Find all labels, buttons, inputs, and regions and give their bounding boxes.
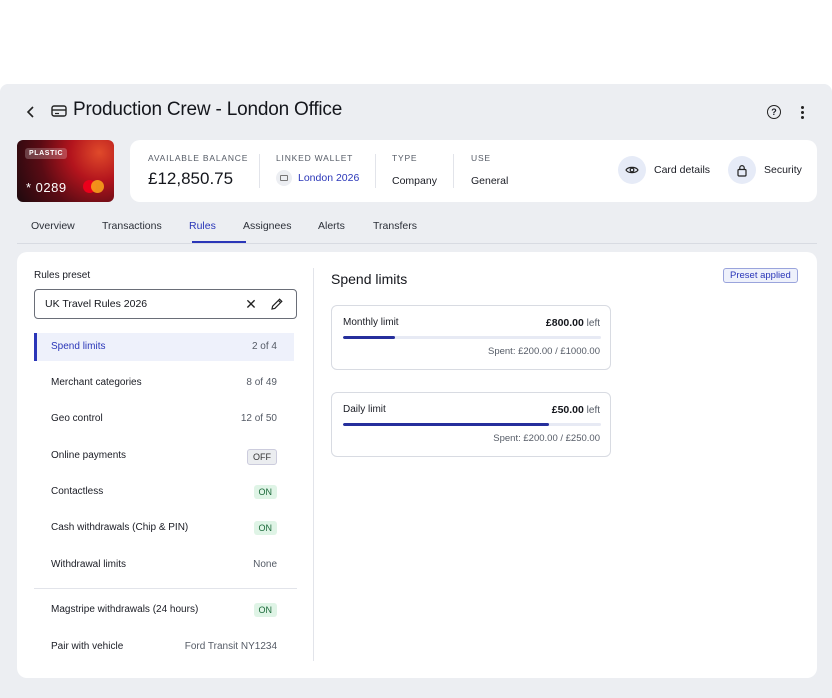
daily-limit-card[interactable]: Daily limit £50.00 left Spent: £200.00 /… xyxy=(331,392,611,457)
rule-name: Online payments xyxy=(51,450,127,461)
preset-label: Rules preset xyxy=(34,270,91,281)
rule-merchant-categories[interactable]: Merchant categories 8 of 49 xyxy=(34,369,294,397)
limit-progress-fill xyxy=(343,423,550,426)
rule-value: 8 of 49 xyxy=(246,377,277,388)
limit-label: Monthly limit xyxy=(343,317,399,328)
divider xyxy=(453,154,454,188)
limit-amount: £800.00 xyxy=(545,317,584,329)
type-group: TYPE Company xyxy=(392,153,437,187)
close-icon[interactable]: ✕ xyxy=(243,296,259,312)
rule-magstripe-withdrawals[interactable]: Magstripe withdrawals (24 hours) ON xyxy=(34,596,294,624)
limit-remaining: £50.00 left xyxy=(552,404,600,416)
tab-assignees[interactable]: Assignees xyxy=(243,220,291,232)
tab-transfers[interactable]: Transfers xyxy=(373,220,417,232)
rule-pair-with-vehicle[interactable]: Pair with vehicle Ford Transit NY1234 xyxy=(34,633,294,661)
mastercard-logo-icon xyxy=(83,180,105,194)
balance-group: AVAILABLE BALANCE £12,850.75 xyxy=(148,153,248,189)
rule-name: Geo control xyxy=(51,413,103,424)
type-label: TYPE xyxy=(392,153,418,163)
card-type-badge: PLASTIC xyxy=(25,148,68,159)
rule-value: None xyxy=(253,559,277,570)
security-label: Security xyxy=(764,164,802,176)
chevron-left-icon[interactable] xyxy=(22,103,40,121)
limit-progress-bar xyxy=(343,423,601,426)
preset-select[interactable]: UK Travel Rules 2026 ✕ xyxy=(34,289,297,319)
status-badge: ON xyxy=(253,485,277,499)
lock-icon xyxy=(728,156,756,184)
card-details-label: Card details xyxy=(654,164,711,176)
use-value: General xyxy=(471,175,509,187)
tab-alerts[interactable]: Alerts xyxy=(318,220,345,232)
limit-spent: Spent: £200.00 / £1000.00 xyxy=(488,346,600,357)
limit-progress-bar xyxy=(343,336,601,339)
limit-progress-fill xyxy=(343,336,395,339)
wallet-link[interactable]: London 2026 xyxy=(298,172,359,184)
tab-overview[interactable]: Overview xyxy=(31,220,75,232)
divider xyxy=(375,154,376,188)
divider xyxy=(259,154,260,188)
rule-spend-limits[interactable]: Spend limits 2 of 4 xyxy=(34,333,294,361)
rule-geo-control[interactable]: Geo control 12 of 50 xyxy=(34,405,294,433)
wallet-icon xyxy=(276,170,292,186)
rule-name: Cash withdrawals (Chip & PIN) xyxy=(51,522,189,533)
limit-label: Daily limit xyxy=(343,404,386,415)
rule-value: 12 of 50 xyxy=(240,413,277,424)
rule-name: Merchant categories xyxy=(51,377,142,388)
rule-withdrawal-limits[interactable]: Withdrawal limits None xyxy=(34,551,294,579)
limit-suffix: left xyxy=(586,405,600,416)
tab-bar: Overview Transactions Rules Assignees Al… xyxy=(17,210,817,244)
pencil-icon[interactable] xyxy=(270,297,284,311)
limit-amount: £50.00 xyxy=(551,404,584,416)
panel-divider xyxy=(313,268,314,661)
limit-suffix: left xyxy=(586,318,600,329)
wallet-label: LINKED WALLET xyxy=(276,153,354,163)
card-icon xyxy=(51,104,67,118)
limit-spent: Spent: £200.00 / £250.00 xyxy=(493,433,600,444)
eye-icon xyxy=(618,156,646,184)
rule-online-payments[interactable]: Online payments OFF xyxy=(34,442,294,470)
card-details-button[interactable]: Card details xyxy=(618,156,710,184)
app-window: Production Crew - London Office ? PLASTI… xyxy=(0,84,832,698)
tab-transactions[interactable]: Transactions xyxy=(102,220,162,232)
use-group: USE General xyxy=(471,153,508,187)
help-circle-icon[interactable]: ? xyxy=(767,105,781,119)
divider xyxy=(34,588,297,589)
limit-remaining: £800.00 left xyxy=(546,317,600,329)
preset-applied-badge: Preset applied xyxy=(723,268,798,283)
rules-panel: Rules preset UK Travel Rules 2026 ✕ Spen… xyxy=(17,252,817,678)
use-label: USE xyxy=(471,153,491,163)
rule-contactless[interactable]: Contactless ON xyxy=(34,478,294,506)
page-header: Production Crew - London Office ? xyxy=(0,84,832,140)
spend-limits-title: Spend limits xyxy=(331,271,408,287)
status-badge: OFF xyxy=(247,449,277,465)
type-value: Company xyxy=(392,175,437,187)
page-title: Production Crew - London Office xyxy=(73,99,343,120)
card-number: * 0289 xyxy=(26,180,67,195)
balance-value: £12,850.75 xyxy=(148,169,234,188)
rule-value: Ford Transit NY1234 xyxy=(184,641,277,652)
status-badge: ON xyxy=(253,521,277,535)
rule-cash-withdrawals[interactable]: Cash withdrawals (Chip & PIN) ON xyxy=(34,514,294,542)
rule-value: 2 of 4 xyxy=(251,341,277,352)
more-vertical-icon[interactable] xyxy=(796,103,808,121)
preset-value: UK Travel Rules 2026 xyxy=(45,298,148,310)
balance-label: AVAILABLE BALANCE xyxy=(148,153,249,163)
status-badge: ON xyxy=(253,603,277,617)
rule-name: Contactless xyxy=(51,486,104,497)
card-info-bar: AVAILABLE BALANCE £12,850.75 LINKED WALL… xyxy=(130,140,817,202)
active-tab-indicator xyxy=(192,241,246,243)
tab-rules[interactable]: Rules xyxy=(189,220,216,232)
card-thumbnail[interactable]: PLASTIC * 0289 xyxy=(17,140,114,202)
rule-name: Spend limits xyxy=(51,341,106,352)
rule-name: Magstripe withdrawals (24 hours) xyxy=(51,604,199,615)
monthly-limit-card[interactable]: Monthly limit £800.00 left Spent: £200.0… xyxy=(331,305,611,370)
wallet-group: LINKED WALLET London 2026 xyxy=(276,153,359,186)
security-button[interactable]: Security xyxy=(728,156,802,184)
rule-name: Pair with vehicle xyxy=(51,641,124,652)
rule-name: Withdrawal limits xyxy=(51,559,127,570)
